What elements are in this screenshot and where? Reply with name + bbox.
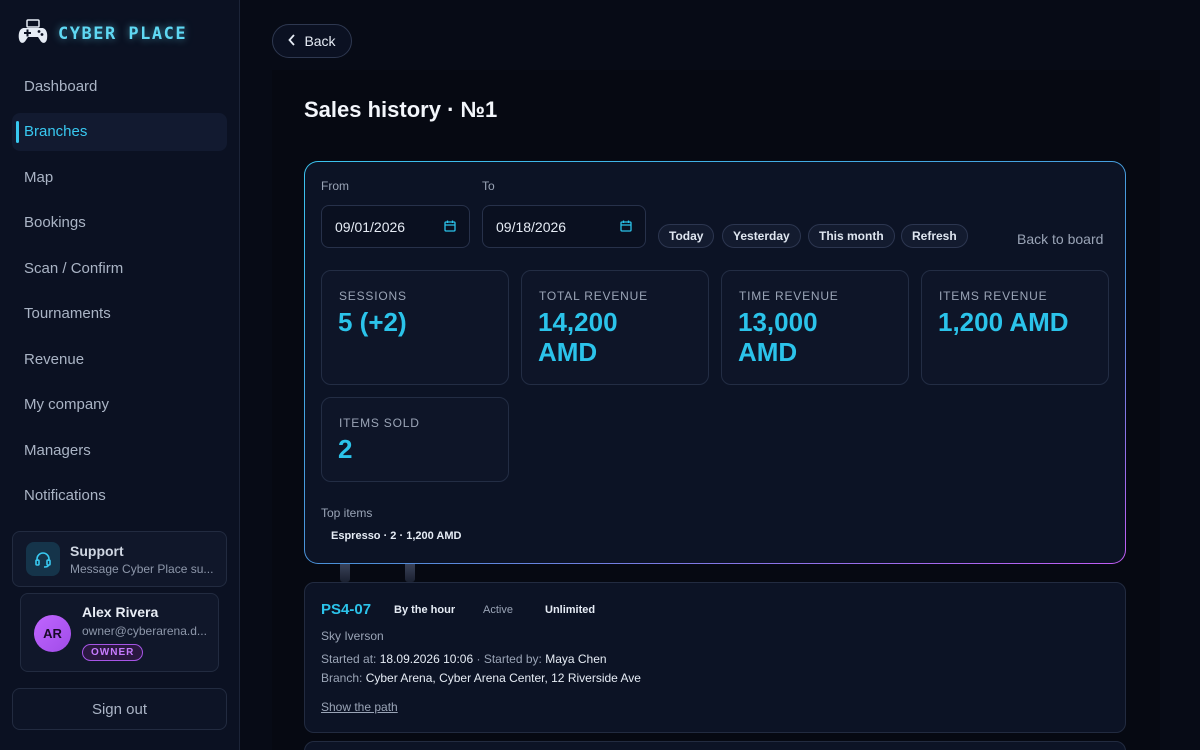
sidebar-item-branches[interactable]: Branches xyxy=(12,112,227,151)
stat-card-items-revenue: ITEMS REVENUE 1,200 AMD xyxy=(921,270,1109,385)
page-title: Sales history · №1 xyxy=(304,97,498,122)
headset-icon xyxy=(26,542,60,576)
show-path-link[interactable]: Show the path xyxy=(321,700,398,714)
session-started-line: Started at: 18.09.2026 10:06 · Started b… xyxy=(321,652,607,666)
stat-value: 13,000 AMD xyxy=(738,307,818,367)
top-items-label: Top items xyxy=(321,506,373,520)
from-date-value: 09/01/2026 xyxy=(335,218,406,235)
branch-label: Branch: xyxy=(321,671,363,685)
to-date-input[interactable]: 09/18/2026 xyxy=(482,205,646,248)
user-email: owner@cyberarena.d... xyxy=(82,624,207,638)
gamepad-icon xyxy=(18,18,48,50)
chip-this-month[interactable]: This month xyxy=(808,224,895,248)
calendar-icon xyxy=(444,219,456,235)
session-card xyxy=(304,741,1126,750)
branch-value: Cyber Arena, Cyber Arena Center, 12 Rive… xyxy=(365,671,641,685)
sidebar-item-managers[interactable]: Managers xyxy=(12,431,227,469)
logo[interactable]: CYBER PLACE xyxy=(18,18,188,50)
chip-today[interactable]: Today xyxy=(658,224,715,248)
user-name: Alex Rivera xyxy=(82,604,159,620)
session-status: Active xyxy=(483,604,513,616)
back-label: Back xyxy=(304,33,336,49)
sidebar-item-scan-confirm[interactable]: Scan / Confirm xyxy=(12,249,227,287)
chip-refresh[interactable]: Refresh xyxy=(901,224,968,248)
started-at-value: 18.09.2026 10:06 xyxy=(379,652,474,666)
session-customer: Sky Iverson xyxy=(321,629,384,643)
sidebar: CYBER PLACE Dashboard Branches Map Booki… xyxy=(0,0,240,750)
sign-out-button[interactable]: Sign out xyxy=(12,688,227,730)
session-tag-mode: By the hour xyxy=(394,604,456,616)
started-at-label: Started at: xyxy=(321,652,377,666)
support-card[interactable]: Support Message Cyber Place su... xyxy=(12,531,227,587)
brand-name: CYBER PLACE xyxy=(58,24,188,44)
sidebar-item-revenue[interactable]: Revenue xyxy=(12,340,227,378)
decorative-pin xyxy=(340,564,350,582)
started-by-label: · Started by: xyxy=(476,652,542,666)
from-date-input[interactable]: 09/01/2026 xyxy=(321,205,470,248)
started-by-value: Maya Chen xyxy=(545,652,607,666)
chip-yesterday[interactable]: Yesterday xyxy=(722,224,801,248)
sidebar-item-dashboard[interactable]: Dashboard xyxy=(12,67,227,105)
back-button[interactable]: Back xyxy=(272,24,352,58)
sidebar-nav: Dashboard Branches Map Bookings Scan / C… xyxy=(12,67,227,522)
stat-card-time-revenue: TIME REVENUE 13,000 AMD xyxy=(721,270,909,385)
sidebar-item-my-company[interactable]: My company xyxy=(12,386,227,424)
decorative-pin xyxy=(405,564,415,582)
stat-card-total-revenue: TOTAL REVENUE 14,200 AMD xyxy=(521,270,709,385)
support-subtitle: Message Cyber Place su... xyxy=(70,561,214,576)
sidebar-item-map[interactable]: Map xyxy=(12,158,227,196)
stat-label: TIME REVENUE xyxy=(739,289,839,303)
top-item: Espresso · 2 · 1,200 AMD xyxy=(331,530,462,542)
session-branch-line: Branch: Cyber Arena, Cyber Arena Center,… xyxy=(321,671,641,685)
sidebar-item-tournaments[interactable]: Tournaments xyxy=(12,295,227,333)
to-label: To xyxy=(482,179,495,193)
calendar-icon xyxy=(620,219,632,235)
stat-card-sessions: SESSIONS 5 (+2) xyxy=(321,270,509,385)
session-tag-plan: Unlimited xyxy=(545,604,596,616)
chevron-left-icon xyxy=(288,33,296,49)
stat-value: 2 xyxy=(338,434,353,464)
to-date-value: 09/18/2026 xyxy=(496,218,567,235)
stat-value: 14,200 AMD xyxy=(538,307,618,367)
sidebar-item-notifications[interactable]: Notifications xyxy=(12,477,227,515)
from-label: From xyxy=(321,179,349,193)
stat-label: TOTAL REVENUE xyxy=(539,289,648,303)
user-card[interactable]: AR Alex Rivera owner@cyberarena.d... OWN… xyxy=(20,593,219,672)
stat-value: 1,200 AMD xyxy=(938,307,1069,337)
stat-label: ITEMS SOLD xyxy=(339,416,420,430)
role-badge: OWNER xyxy=(82,644,144,661)
support-title: Support xyxy=(70,542,124,559)
sidebar-item-bookings[interactable]: Bookings xyxy=(12,204,227,242)
stat-label: SESSIONS xyxy=(339,289,407,303)
back-to-board-link[interactable]: Back to board xyxy=(1017,231,1103,247)
stat-label: ITEMS REVENUE xyxy=(939,289,1048,303)
stat-value: 5 (+2) xyxy=(338,307,407,337)
avatar: AR xyxy=(34,615,71,652)
session-id: PS4-07 xyxy=(321,601,372,618)
stat-card-items-sold: ITEMS SOLD 2 xyxy=(321,397,509,482)
